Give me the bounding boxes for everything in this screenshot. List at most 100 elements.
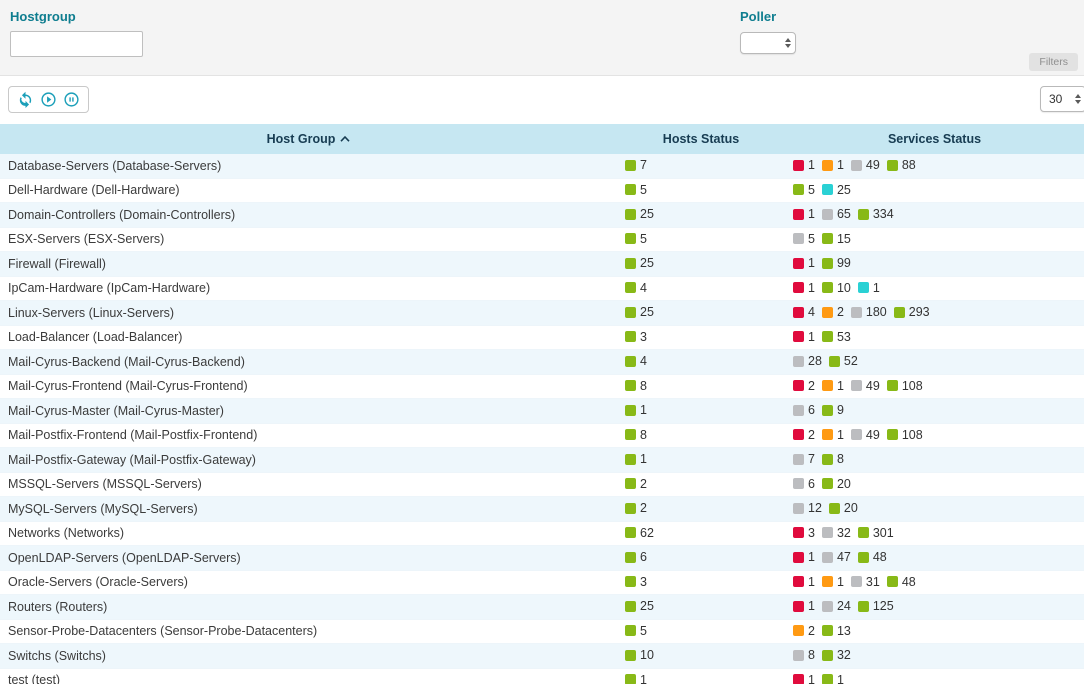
green-status-badge[interactable]: 88 [887,158,916,172]
green-status-badge[interactable]: 13 [822,624,851,638]
green-status-badge[interactable]: 25 [625,599,654,613]
gray-status-badge[interactable]: 31 [851,575,880,589]
green-status-badge[interactable]: 1 [625,403,647,417]
gray-status-badge[interactable]: 12 [793,501,822,515]
green-status-badge[interactable]: 2 [625,477,647,491]
gray-status-badge[interactable]: 6 [793,403,815,417]
green-status-badge[interactable]: 52 [829,354,858,368]
table-row[interactable]: Routers (Routers)25124125 [0,595,1084,620]
gray-status-badge[interactable]: 5 [793,232,815,246]
green-status-badge[interactable]: 4 [625,281,647,295]
red-status-badge[interactable]: 1 [793,550,815,564]
table-row[interactable]: ESX-Servers (ESX-Servers)5515 [0,227,1084,252]
red-status-badge[interactable]: 3 [793,526,815,540]
table-row[interactable]: Switchs (Switchs)10832 [0,644,1084,669]
green-status-badge[interactable]: 334 [858,207,894,221]
table-row[interactable]: Firewall (Firewall)25199 [0,252,1084,277]
green-status-badge[interactable]: 1 [625,673,647,684]
green-status-badge[interactable]: 8 [625,428,647,442]
table-row[interactable]: MySQL-Servers (MySQL-Servers)21220 [0,497,1084,522]
green-status-badge[interactable]: 48 [887,575,916,589]
green-status-badge[interactable]: 6 [625,550,647,564]
green-status-badge[interactable]: 5 [625,183,647,197]
column-header-hosts-status[interactable]: Hosts Status [617,124,785,154]
red-status-badge[interactable]: 1 [793,599,815,613]
green-status-badge[interactable]: 1 [822,673,844,684]
green-status-badge[interactable]: 5 [625,624,647,638]
page-size-select[interactable]: 30 [1040,86,1084,112]
filters-button[interactable]: Filters [1029,53,1078,71]
green-status-badge[interactable]: 125 [858,599,894,613]
green-status-badge[interactable]: 53 [822,330,851,344]
table-row[interactable]: Oracle-Servers (Oracle-Servers)3113148 [0,570,1084,595]
green-status-badge[interactable]: 108 [887,428,923,442]
green-status-badge[interactable]: 5 [625,232,647,246]
green-status-badge[interactable]: 25 [625,256,654,270]
green-status-badge[interactable]: 20 [822,477,851,491]
green-status-badge[interactable]: 4 [625,354,647,368]
gray-status-badge[interactable]: 47 [822,550,851,564]
table-row[interactable]: Domain-Controllers (Domain-Controllers)2… [0,203,1084,228]
table-row[interactable]: Networks (Networks)62332301 [0,521,1084,546]
table-row[interactable]: IpCam-Hardware (IpCam-Hardware)41101 [0,276,1084,301]
red-status-badge[interactable]: 1 [793,256,815,270]
red-status-badge[interactable]: 1 [793,158,815,172]
green-status-badge[interactable]: 10 [625,648,654,662]
green-status-badge[interactable]: 62 [625,526,654,540]
green-status-badge[interactable]: 48 [858,550,887,564]
pause-button[interactable] [63,91,80,108]
green-status-badge[interactable]: 25 [625,305,654,319]
gray-status-badge[interactable]: 49 [851,158,880,172]
gray-status-badge[interactable]: 24 [822,599,851,613]
gray-status-badge[interactable]: 180 [851,305,887,319]
table-row[interactable]: Mail-Postfix-Frontend (Mail-Postfix-Fron… [0,423,1084,448]
red-status-badge[interactable]: 1 [793,575,815,589]
gray-status-badge[interactable]: 65 [822,207,851,221]
gray-status-badge[interactable]: 6 [793,477,815,491]
table-row[interactable]: Database-Servers (Database-Servers)71149… [0,154,1084,178]
gray-status-badge[interactable]: 32 [822,526,851,540]
table-row[interactable]: Linux-Servers (Linux-Servers)2542180293 [0,301,1084,326]
gray-status-badge[interactable]: 8 [793,648,815,662]
red-status-badge[interactable]: 1 [793,330,815,344]
column-header-host-group[interactable]: Host Group [0,124,617,154]
green-status-badge[interactable]: 1 [625,452,647,466]
red-status-badge[interactable]: 4 [793,305,815,319]
cyan-status-badge[interactable]: 1 [858,281,880,295]
red-status-badge[interactable]: 1 [793,281,815,295]
green-status-badge[interactable]: 5 [793,183,815,197]
orange-status-badge[interactable]: 1 [822,428,844,442]
red-status-badge[interactable]: 2 [793,379,815,393]
green-status-badge[interactable]: 108 [887,379,923,393]
table-row[interactable]: Load-Balancer (Load-Balancer)3153 [0,325,1084,350]
green-status-badge[interactable]: 10 [822,281,851,295]
table-row[interactable]: test (test)111 [0,668,1084,684]
gray-status-badge[interactable]: 49 [851,379,880,393]
orange-status-badge[interactable]: 1 [822,158,844,172]
green-status-badge[interactable]: 9 [822,403,844,417]
column-header-services-status[interactable]: Services Status [785,124,1084,154]
table-row[interactable]: Mail-Postfix-Gateway (Mail-Postfix-Gatew… [0,448,1084,473]
cyan-status-badge[interactable]: 25 [822,183,851,197]
table-row[interactable]: MSSQL-Servers (MSSQL-Servers)2620 [0,472,1084,497]
refresh-button[interactable] [17,91,34,108]
gray-status-badge[interactable]: 49 [851,428,880,442]
orange-status-badge[interactable]: 2 [793,624,815,638]
gray-status-badge[interactable]: 7 [793,452,815,466]
table-row[interactable]: Sensor-Probe-Datacenters (Sensor-Probe-D… [0,619,1084,644]
red-status-badge[interactable]: 1 [793,207,815,221]
green-status-badge[interactable]: 301 [858,526,894,540]
table-row[interactable]: OpenLDAP-Servers (OpenLDAP-Servers)61474… [0,546,1084,571]
red-status-badge[interactable]: 1 [793,673,815,684]
orange-status-badge[interactable]: 2 [822,305,844,319]
green-status-badge[interactable]: 32 [822,648,851,662]
green-status-badge[interactable]: 3 [625,575,647,589]
green-status-badge[interactable]: 25 [625,207,654,221]
green-status-badge[interactable]: 7 [625,158,647,172]
green-status-badge[interactable]: 99 [822,256,851,270]
gray-status-badge[interactable]: 28 [793,354,822,368]
green-status-badge[interactable]: 15 [822,232,851,246]
table-row[interactable]: Mail-Cyrus-Master (Mail-Cyrus-Master)169 [0,399,1084,424]
green-status-badge[interactable]: 2 [625,501,647,515]
green-status-badge[interactable]: 20 [829,501,858,515]
